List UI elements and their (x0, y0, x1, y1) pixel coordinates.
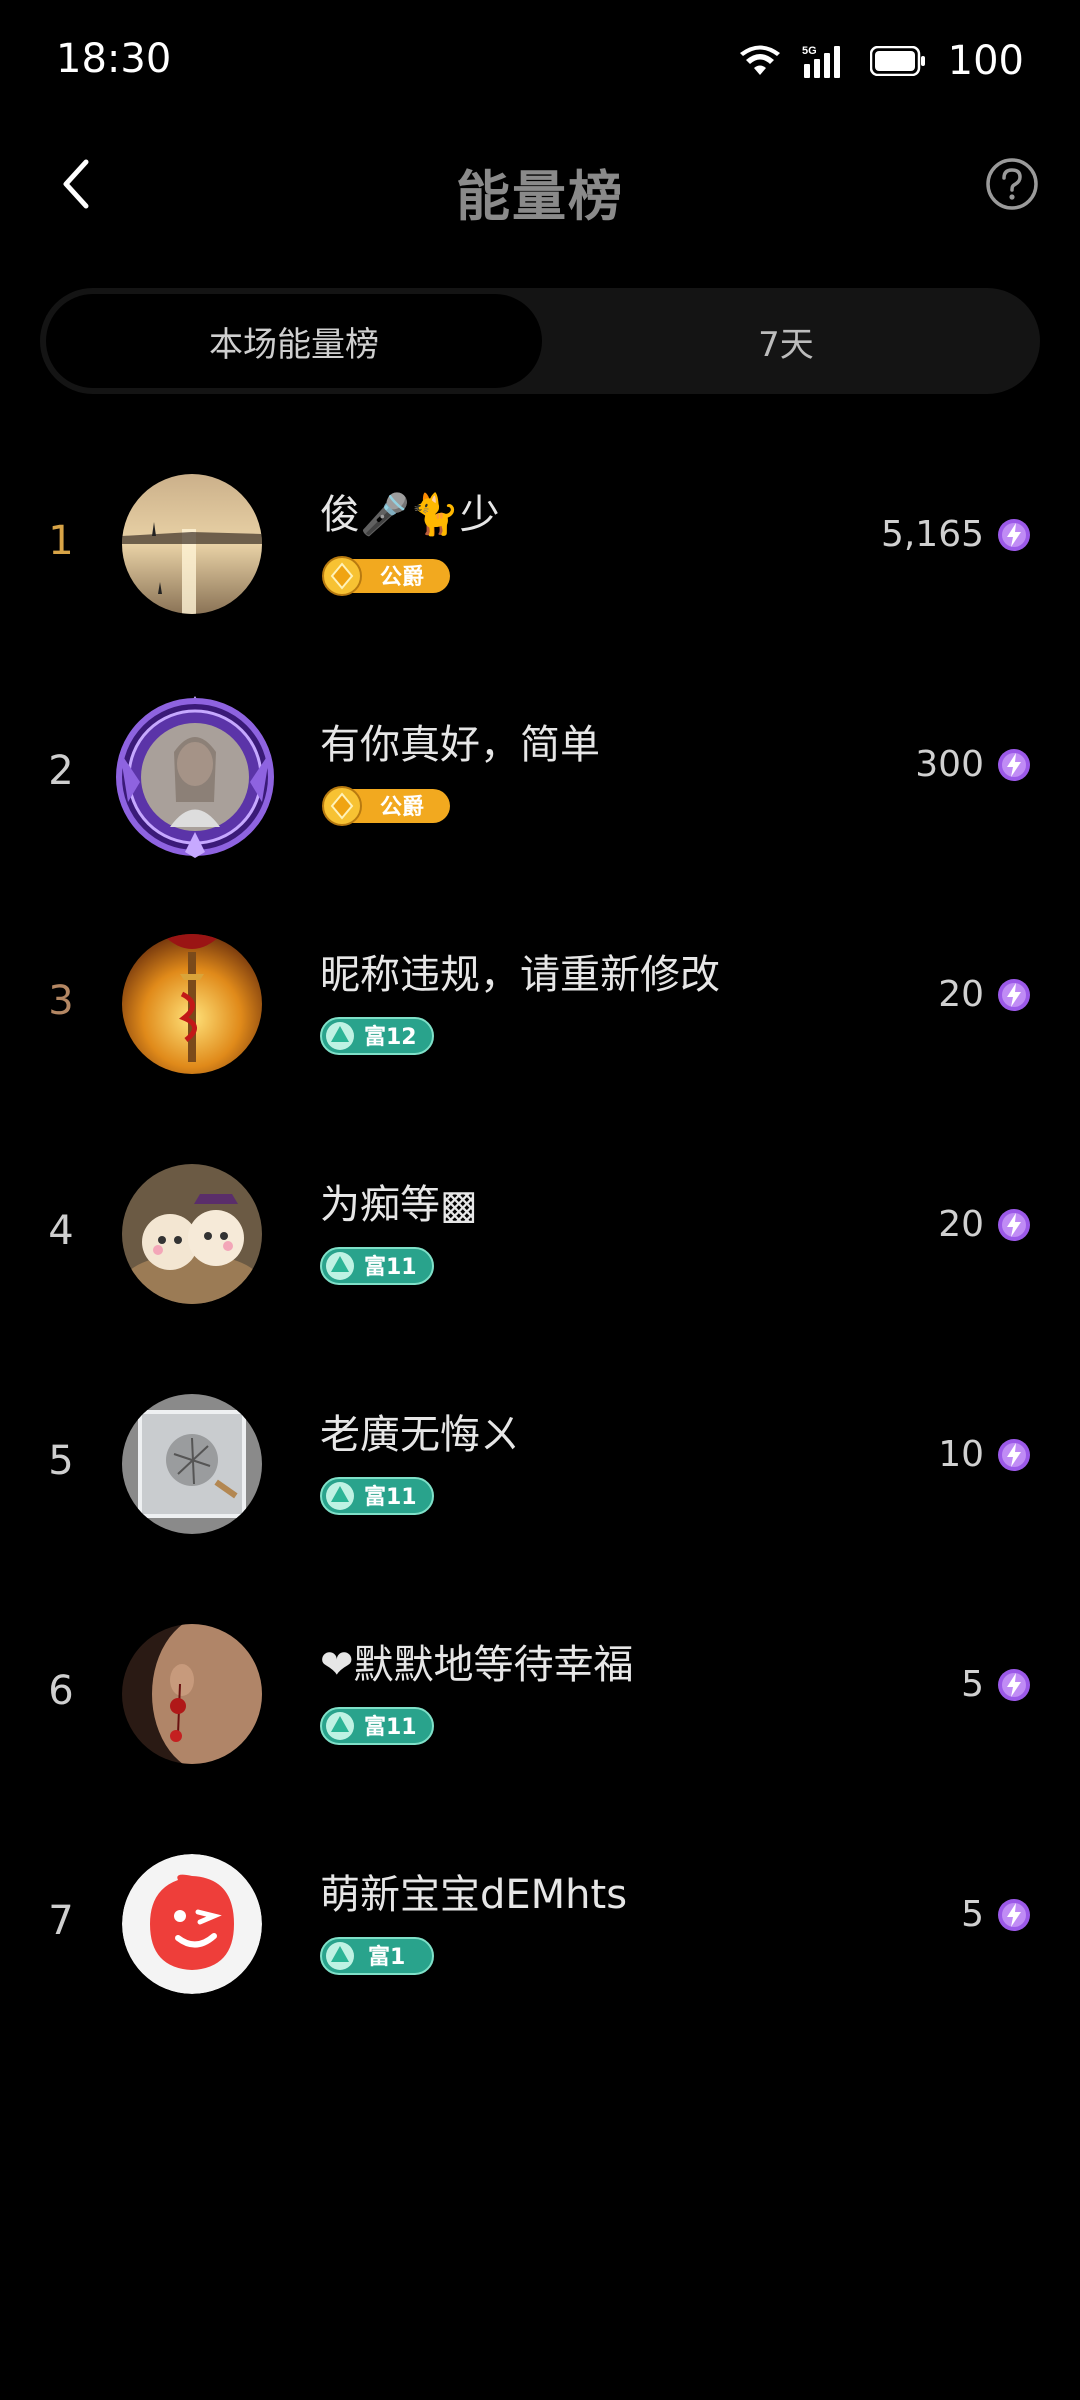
rank-number: 4 (48, 1208, 74, 1254)
rich-badge: 富11 (320, 1706, 436, 1746)
svg-text:5G: 5G (802, 45, 817, 57)
user-name: ❤默默地等待幸福 (320, 1642, 634, 1688)
energy-score: 20 (938, 974, 1032, 1015)
list-item[interactable]: 1 俊🎤🐈少 公爵 5,165 (0, 440, 1080, 670)
score-value: 5 (961, 1664, 984, 1705)
rich-badge: 富11 (320, 1246, 436, 1286)
ranking-tabs: 本场能量榜 7天 (40, 288, 1040, 394)
energy-score: 5 (961, 1664, 1032, 1705)
tab-7-days[interactable]: 7天 (538, 294, 1034, 388)
page-title: 能量榜 (456, 165, 624, 228)
user-name: 有你真好，简单 (320, 722, 600, 768)
header: 能量榜 (0, 130, 1080, 240)
list-item[interactable]: 2 有你真好，简单 公爵 300 (0, 670, 1080, 900)
energy-score: 5,165 (881, 514, 1032, 555)
rich-badge: 富1 (320, 1936, 436, 1976)
score-value: 300 (915, 744, 984, 785)
help-button[interactable] (984, 156, 1040, 212)
lightning-icon (998, 1208, 1030, 1241)
list-item[interactable]: 4 为痴等▩ 富11 20 (0, 1130, 1080, 1360)
svg-text:公爵: 公爵 (380, 565, 424, 590)
duke-badge: 公爵 (320, 786, 452, 826)
list-item[interactable]: 3 昵称违规，请重新修改 富12 20 (0, 900, 1080, 1130)
avatar[interactable] (122, 1854, 262, 1994)
energy-score: 5 (961, 1894, 1032, 1935)
energy-score: 300 (915, 744, 1032, 785)
rank-number: 7 (48, 1898, 74, 1944)
lightning-icon (998, 518, 1030, 551)
avatar[interactable] (110, 692, 280, 862)
score-value: 5 (961, 1894, 984, 1935)
rich-badge: 富12 (320, 1016, 436, 1056)
rich-badge: 富11 (320, 1476, 436, 1516)
avatar[interactable] (122, 934, 262, 1074)
energy-score: 10 (938, 1434, 1032, 1475)
duke-badge: 公爵 (320, 556, 452, 596)
avatar[interactable] (122, 1394, 262, 1534)
rank-number: 1 (48, 518, 74, 564)
rank-number: 6 (48, 1668, 74, 1714)
avatar[interactable] (122, 1624, 262, 1764)
status-icons: 5G 100 (739, 38, 1024, 84)
svg-text:公爵: 公爵 (380, 795, 424, 820)
user-name: 萌新宝宝dEMhts (320, 1872, 628, 1918)
score-value: 10 (938, 1434, 984, 1475)
lightning-icon (998, 978, 1030, 1011)
wifi-icon (739, 45, 780, 75)
user-name: 老廣无悔ㄨ (320, 1412, 520, 1458)
lightning-icon (998, 1898, 1030, 1931)
cellular-signal-icon: 5G (802, 45, 840, 78)
user-name: 昵称违规，请重新修改 (320, 952, 720, 998)
svg-text:富11: 富11 (364, 1714, 417, 1740)
avatar[interactable] (122, 1164, 262, 1304)
battery-level: 100 (947, 38, 1024, 84)
help-icon (986, 158, 1038, 210)
svg-text:富11: 富11 (364, 1254, 417, 1280)
score-value: 20 (938, 1204, 984, 1245)
avatar[interactable] (122, 474, 262, 614)
lightning-icon (998, 748, 1030, 781)
energy-score: 20 (938, 1204, 1032, 1245)
status-time: 18:30 (56, 36, 172, 82)
score-value: 5,165 (880, 514, 984, 555)
lightning-icon (998, 1438, 1030, 1471)
status-bar: 18:30 5G 100 (0, 0, 1080, 120)
battery-icon (869, 46, 925, 76)
rank-number: 5 (48, 1438, 74, 1484)
user-name: 为痴等▩ (320, 1182, 478, 1228)
user-name: 俊🎤🐈少 (320, 492, 500, 538)
list-item[interactable]: 7 萌新宝宝dEMhts 富1 5 (0, 1820, 1080, 2050)
svg-text:富11: 富11 (364, 1484, 417, 1510)
list-item[interactable]: 6 ❤默默地等待幸福 富11 5 (0, 1590, 1080, 1820)
rank-number: 2 (48, 748, 74, 794)
score-value: 20 (938, 974, 984, 1015)
lightning-icon (998, 1668, 1030, 1701)
list-item[interactable]: 5 老廣无悔ㄨ 富11 10 (0, 1360, 1080, 1590)
svg-text:富12: 富12 (364, 1024, 417, 1050)
svg-text:富1: 富1 (368, 1944, 405, 1970)
rank-number: 3 (48, 978, 74, 1024)
tab-current-session[interactable]: 本场能量榜 (46, 294, 542, 388)
